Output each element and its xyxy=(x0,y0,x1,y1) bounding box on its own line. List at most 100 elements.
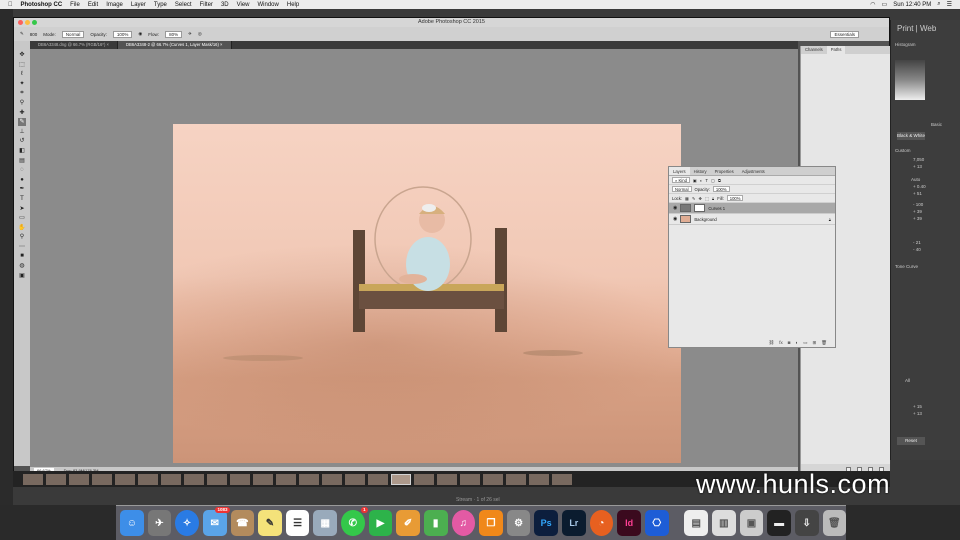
screen-mode-icon[interactable]: ▣ xyxy=(18,272,26,280)
lasso-tool-icon[interactable]: ℓ xyxy=(18,70,26,78)
menu-window[interactable]: Window xyxy=(258,2,279,8)
system-preferences-icon[interactable]: ⚙ xyxy=(506,510,531,536)
history-brush-icon[interactable]: ↺ xyxy=(18,137,26,145)
menu-layer[interactable]: Layer xyxy=(131,2,146,8)
tab-layers[interactable]: Layers xyxy=(669,167,690,175)
film-thumb[interactable] xyxy=(460,473,480,485)
link-layers-icon[interactable]: ⛓ xyxy=(769,340,775,346)
dodge-tool-icon[interactable]: ● xyxy=(18,176,26,184)
menu-filter[interactable]: Filter xyxy=(200,2,213,8)
film-thumb-selected[interactable] xyxy=(391,473,411,485)
brush-tool-icon[interactable]: ✎ xyxy=(20,31,24,37)
lr-basic-label[interactable]: Basic xyxy=(931,122,942,127)
new-group-icon[interactable]: ▭ xyxy=(803,340,807,346)
wifi-icon[interactable]: ◠ xyxy=(870,1,875,8)
search-icon[interactable]: ⌕ xyxy=(937,1,940,8)
mode-select[interactable]: Normal xyxy=(61,30,85,38)
document-icon[interactable]: ▤ xyxy=(684,510,708,536)
terminal-icon[interactable]: ▬ xyxy=(767,510,791,536)
tab-history[interactable]: History xyxy=(690,167,711,175)
layer-opacity-field[interactable]: 100% xyxy=(712,186,730,192)
filter-shape-icon[interactable]: ▢ xyxy=(711,178,715,183)
menu-image[interactable]: Image xyxy=(106,2,123,8)
gradient-tool-icon[interactable]: ▤ xyxy=(18,157,26,165)
tab-document-1[interactable]: DB6A3348.dng @ 66.7% (RGB/16*) × xyxy=(30,41,118,49)
document-photo[interactable] xyxy=(173,124,681,463)
lock-artboard-icon[interactable]: ⬚ xyxy=(705,196,709,201)
opacity-field[interactable]: 100% xyxy=(112,30,133,38)
flow-field[interactable]: 80% xyxy=(165,30,183,38)
lock-move-icon[interactable]: ✥ xyxy=(699,196,703,201)
film-thumb[interactable] xyxy=(161,473,181,485)
maximize-icon[interactable] xyxy=(32,20,37,25)
film-thumb[interactable] xyxy=(138,473,158,485)
trash-icon[interactable]: 🗑 xyxy=(822,510,847,536)
indesign-icon[interactable]: Id xyxy=(617,510,641,536)
preview-icon[interactable]: ▦ xyxy=(313,510,337,536)
film-thumb[interactable] xyxy=(299,473,319,485)
menu-select[interactable]: Select xyxy=(175,2,192,8)
new-layer-icon[interactable]: ⊞ xyxy=(813,340,817,346)
notes-icon[interactable]: ✎ xyxy=(258,510,282,536)
close-icon[interactable] xyxy=(18,20,23,25)
apple-icon[interactable]:  xyxy=(8,2,13,8)
shape-tool-icon[interactable]: ▭ xyxy=(18,214,26,222)
filter-type-icon[interactable]: T xyxy=(705,178,708,183)
mail-icon[interactable]: ✉ 1083 xyxy=(202,507,230,536)
lock-all-icon[interactable]: 🔒︎ xyxy=(712,196,714,201)
new-adjustment-icon[interactable]: ◐ xyxy=(796,340,799,345)
eyedropper-icon[interactable]: ⚲ xyxy=(18,99,26,107)
film-thumb[interactable] xyxy=(115,473,135,485)
quick-mask-icon[interactable]: ◍ xyxy=(18,262,26,270)
pen-tool-icon[interactable]: ✒ xyxy=(18,185,26,193)
lr-auto-button[interactable]: Auto xyxy=(911,177,920,182)
film-thumb[interactable] xyxy=(276,473,296,485)
visibility-eye-icon[interactable]: ◉ xyxy=(673,205,677,211)
minimize-icon[interactable] xyxy=(25,20,30,25)
ibooks-icon[interactable]: ❐ xyxy=(479,510,503,536)
firefox-icon[interactable]: ◔ xyxy=(589,510,614,536)
lr-all-label[interactable]: All xyxy=(905,378,910,383)
lock-pixels-icon[interactable]: ▦ xyxy=(685,196,689,201)
contacts-icon[interactable]: ☎ xyxy=(230,510,255,536)
menu-list-icon[interactable]: ☰ xyxy=(947,1,952,8)
marquee-tool-icon[interactable]: ⬚ xyxy=(18,61,26,69)
healing-brush-icon[interactable]: ✚ xyxy=(18,109,26,117)
film-thumb[interactable] xyxy=(345,473,365,485)
brush-tool-icon[interactable]: ✎ xyxy=(18,118,26,127)
safari-icon[interactable]: ✧ xyxy=(175,510,199,536)
capture-icon[interactable]: ⎔ xyxy=(644,510,669,536)
visibility-eye-icon[interactable]: ◉ xyxy=(673,216,677,222)
kind-select[interactable]: ⌕ Kind xyxy=(672,177,690,183)
lr-reset-button[interactable]: Reset xyxy=(897,437,925,445)
zoom-tool-icon[interactable]: ⚲ xyxy=(18,233,26,241)
film-thumb[interactable] xyxy=(92,473,112,485)
tab-properties[interactable]: Properties xyxy=(711,167,738,175)
film-thumb[interactable] xyxy=(552,473,572,485)
lr-tone-curve-label[interactable]: Tone Curve xyxy=(895,264,918,269)
stamp-tool-icon[interactable]: ⊥ xyxy=(18,128,26,136)
film-thumb[interactable] xyxy=(414,473,434,485)
itunes-icon[interactable]: ♫ xyxy=(451,510,476,536)
blur-tool-icon[interactable]: ◌ xyxy=(18,166,26,174)
tab-channels[interactable]: Channels xyxy=(801,46,827,54)
film-thumb[interactable] xyxy=(23,473,43,485)
type-tool-icon[interactable]: T xyxy=(18,195,26,203)
reminders-icon[interactable]: ☰ xyxy=(285,510,310,536)
film-thumb[interactable] xyxy=(506,473,526,485)
film-thumb[interactable] xyxy=(46,473,66,485)
photoshop-icon[interactable]: Ps xyxy=(534,510,558,536)
workspace-select[interactable]: Essentials xyxy=(830,30,859,38)
color-swatch-icon[interactable]: ■ xyxy=(18,252,26,260)
filter-smart-icon[interactable]: ⧉ xyxy=(718,178,721,183)
airbrush-icon[interactable]: ✈ xyxy=(188,31,192,37)
app-menu[interactable]: Photoshop CC xyxy=(21,2,63,8)
film-thumb[interactable] xyxy=(184,473,204,485)
downloads-icon[interactable]: ⇩ xyxy=(794,510,819,536)
pressure-opacity-icon[interactable]: ◉ xyxy=(138,31,142,37)
pages-icon[interactable]: ✐ xyxy=(396,510,420,536)
blend-mode-select[interactable]: Normal xyxy=(672,186,692,192)
add-mask-icon[interactable]: ◙ xyxy=(788,340,791,345)
launchpad-icon[interactable]: ✈ xyxy=(147,510,172,536)
film-thumb[interactable] xyxy=(230,473,250,485)
